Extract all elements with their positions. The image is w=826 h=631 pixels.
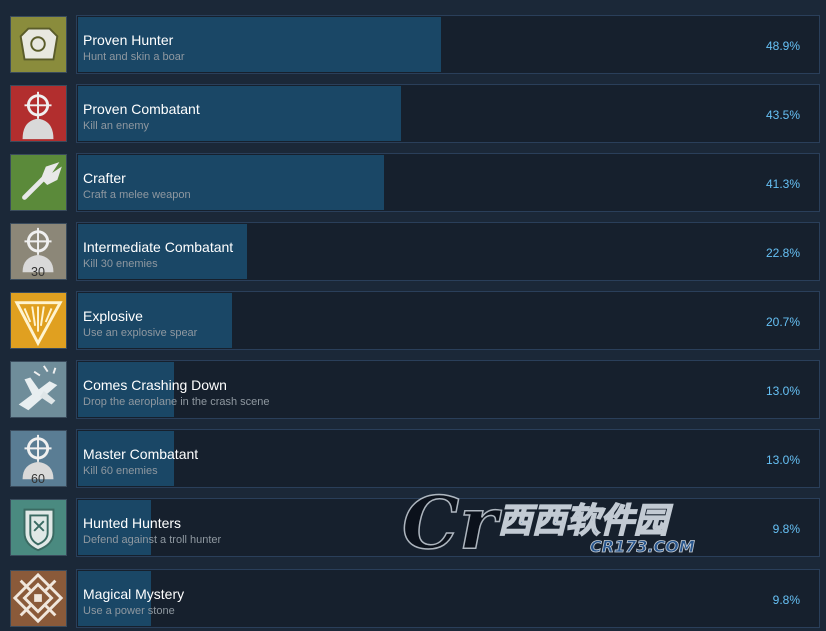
- achievement-percent: 43.5%: [765, 108, 800, 122]
- achievement-percent: 9.8%: [772, 522, 800, 536]
- achievement-row[interactable]: Magical Mystery Use a power stone 9.8%: [0, 569, 826, 631]
- achievement-row[interactable]: Crafter Craft a melee weapon 41.3%: [0, 153, 826, 222]
- achievement-name: Master Combatant: [83, 446, 199, 462]
- crosshair-person-icon: 60: [10, 430, 67, 487]
- achievement-name: Explosive: [83, 308, 143, 324]
- achievement-percent: 9.8%: [772, 593, 800, 607]
- achievement-name: Hunted Hunters: [83, 515, 182, 531]
- achievement-name: Crafter: [83, 170, 126, 186]
- shield-icon: [10, 499, 67, 556]
- explosion-triangle-icon: [10, 292, 67, 349]
- achievement-progress-panel: Crafter Craft a melee weapon 41.3%: [76, 153, 820, 212]
- achievement-name: Magical Mystery: [83, 586, 185, 602]
- achievement-description: Use an explosive spear: [83, 327, 198, 339]
- achievement-progress-panel: Magical Mystery Use a power stone 9.8%: [76, 569, 820, 628]
- achievement-name: Intermediate Combatant: [83, 239, 234, 255]
- site-watermark: Cr 西西软件园 CR173.COM: [401, 480, 695, 566]
- boar-skin-icon: [10, 16, 67, 73]
- achievement-percent: 22.8%: [765, 246, 800, 260]
- achievement-row[interactable]: Explosive Use an explosive spear 20.7%: [0, 291, 826, 360]
- achievement-description: Use a power stone: [83, 605, 175, 617]
- achievement-row[interactable]: Proven Combatant Kill an enemy 43.5%: [0, 84, 826, 153]
- achievement-row[interactable]: Comes Crashing Down Drop the aeroplane i…: [0, 360, 826, 429]
- achievement-row[interactable]: Proven Hunter Hunt and skin a boar 48.9%: [0, 15, 826, 84]
- achievement-description: Craft a melee weapon: [83, 189, 191, 201]
- icon-number: 60: [31, 472, 45, 486]
- crosshair-person-icon: [10, 85, 67, 142]
- achievement-percent: 13.0%: [765, 384, 800, 398]
- watermark-brand: 西西软件园: [498, 501, 673, 541]
- achievement-progress-panel: Proven Hunter Hunt and skin a boar 48.9%: [76, 15, 820, 74]
- watermark-url: CR173.COM: [590, 537, 695, 556]
- rune-stone-icon: [10, 570, 67, 627]
- achievement-name: Proven Hunter: [83, 32, 174, 48]
- crosshair-person-icon: 30: [10, 223, 67, 280]
- achievement-description: Kill an enemy: [83, 120, 150, 132]
- achievement-description: Kill 30 enemies: [83, 258, 158, 270]
- achievement-name: Comes Crashing Down: [83, 377, 227, 393]
- achievement-description: Kill 60 enemies: [83, 465, 158, 477]
- achievement-percent: 41.3%: [765, 177, 800, 191]
- achievement-row[interactable]: 30 Intermediate Combatant Kill 30 enemie…: [0, 222, 826, 291]
- achievement-progress-panel: Explosive Use an explosive spear 20.7%: [76, 291, 820, 350]
- achievement-progress-panel: Comes Crashing Down Drop the aeroplane i…: [76, 360, 820, 419]
- achievement-list: Proven Hunter Hunt and skin a boar 48.9%…: [0, 0, 826, 631]
- crashing-plane-icon: [10, 361, 67, 418]
- achievement-description: Hunt and skin a boar: [83, 51, 185, 63]
- achievement-percent: 48.9%: [765, 39, 800, 53]
- achievement-percent: 13.0%: [765, 453, 800, 467]
- wrench-icon: [10, 154, 67, 211]
- achievement-description: Defend against a troll hunter: [83, 534, 222, 546]
- achievement-name: Proven Combatant: [83, 101, 200, 117]
- achievement-progress-panel: Intermediate Combatant Kill 30 enemies 2…: [76, 222, 820, 281]
- achievement-progress-panel: Proven Combatant Kill an enemy 43.5%: [76, 84, 820, 143]
- achievement-description: Drop the aeroplane in the crash scene: [83, 396, 270, 408]
- achievement-percent: 20.7%: [765, 315, 800, 329]
- watermark-logo: Cr: [402, 480, 502, 565]
- icon-number: 30: [31, 265, 45, 279]
